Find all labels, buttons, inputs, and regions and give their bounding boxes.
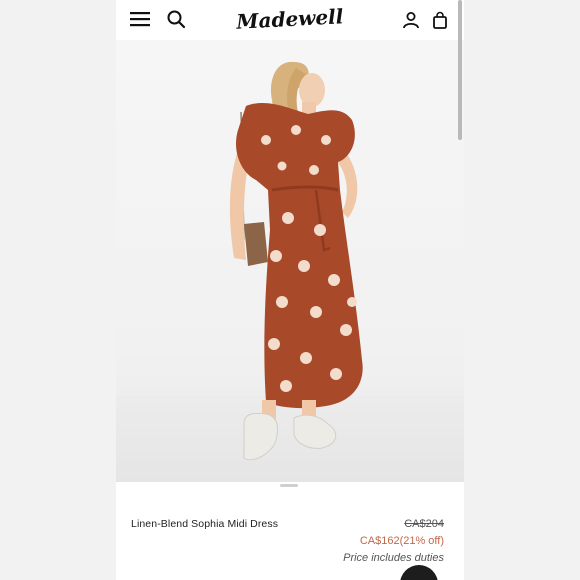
svg-text:Madewell: Madewell	[235, 4, 344, 34]
scrollbar[interactable]	[458, 0, 462, 140]
hamburger-menu-icon[interactable]	[130, 10, 150, 28]
madewell-logo[interactable]: Madewell	[234, 4, 346, 36]
product-hero-image[interactable]	[116, 40, 464, 482]
model-illustration	[229, 61, 363, 461]
sale-price: CA$162(21% off)	[359, 535, 444, 547]
phone-screen: Madewell Linen-Blend Sophia Midi Dress C…	[116, 0, 464, 580]
sheet-drag-handle[interactable]	[280, 484, 298, 487]
shopping-bag-icon[interactable]	[432, 11, 448, 29]
duties-note: Price includes duties	[343, 552, 444, 564]
search-icon[interactable]	[166, 9, 186, 29]
account-icon[interactable]	[402, 11, 420, 29]
original-price: CA$204	[404, 518, 444, 530]
site-header: Madewell	[116, 0, 464, 40]
left-backdrop	[0, 0, 116, 580]
product-name[interactable]: Linen-Blend Sophia Midi Dress	[131, 518, 278, 530]
right-backdrop	[464, 0, 580, 580]
